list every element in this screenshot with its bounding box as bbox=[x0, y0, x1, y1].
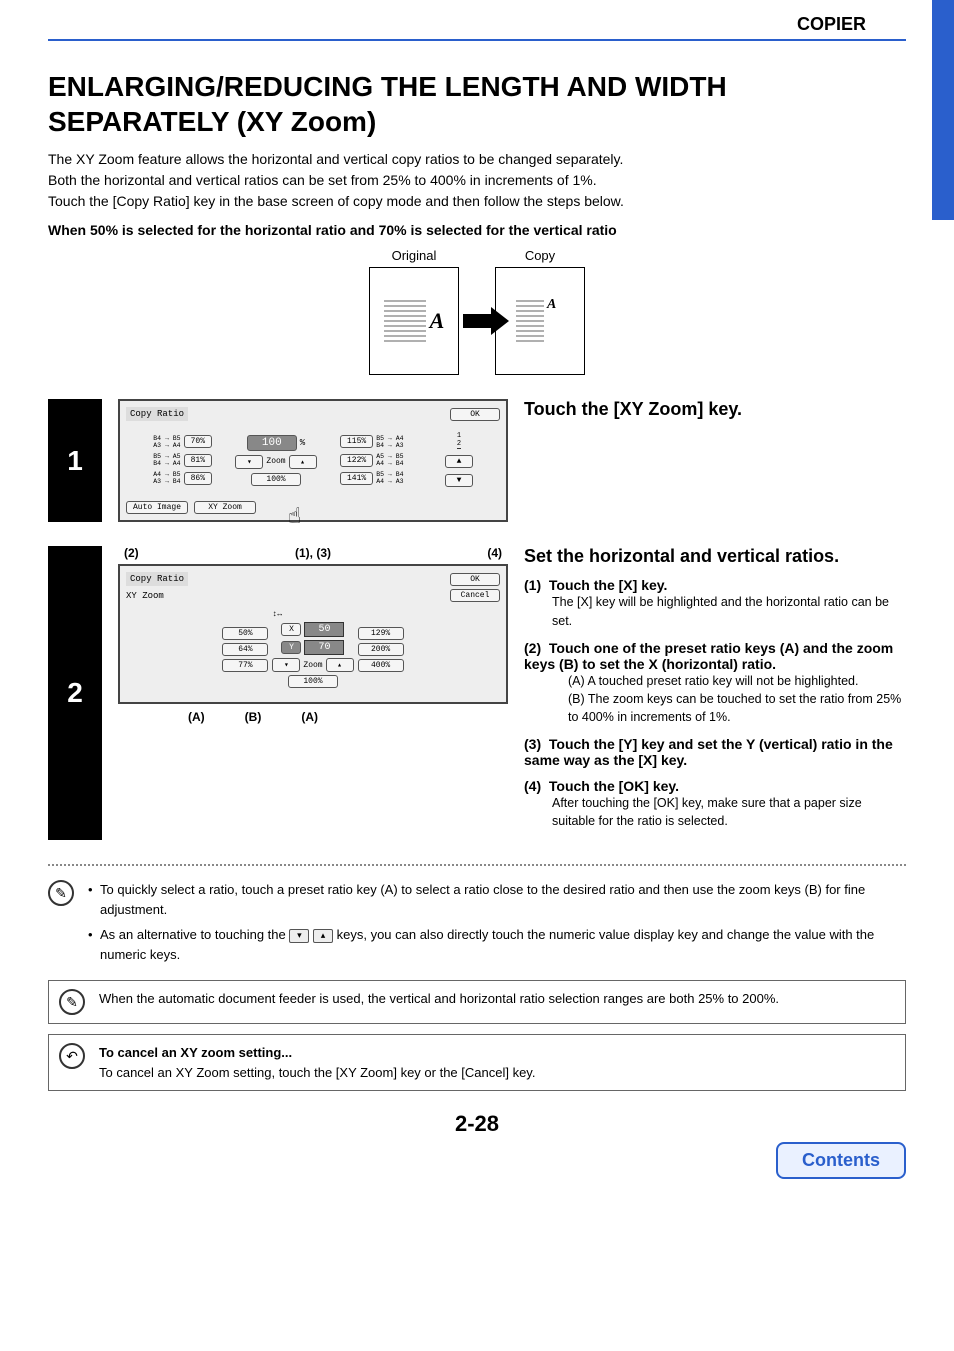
preset-122[interactable]: 122% bbox=[340, 454, 373, 467]
step-number-2: 2 bbox=[48, 546, 102, 840]
substep-2-b: (B) The zoom keys can be touched to set … bbox=[568, 690, 906, 726]
ratio-label: A4 → B5 A3 → B4 bbox=[153, 471, 180, 485]
intro-line-1: The XY Zoom feature allows the horizonta… bbox=[48, 149, 906, 170]
scroll-up-icon[interactable]: ▲ bbox=[445, 455, 473, 468]
copy-label: Copy bbox=[495, 248, 585, 263]
axes-icon: ↕↔ bbox=[272, 610, 282, 619]
callouts-top: (2) (1), (3) (4) bbox=[118, 546, 508, 564]
original-label: Original bbox=[369, 248, 459, 263]
example-heading: When 50% is selected for the horizontal … bbox=[48, 222, 906, 238]
y-value[interactable]: 70 bbox=[304, 640, 344, 655]
copy-ratio-panel-1: Copy Ratio OK B4 → B5 A3 → A4 70% B5 → A5… bbox=[118, 399, 508, 522]
xy-zoom-button[interactable]: XY Zoom bbox=[194, 501, 256, 514]
preset-141[interactable]: 141% bbox=[340, 472, 373, 485]
divider-dots bbox=[48, 864, 906, 866]
adf-note: ✎ When the automatic document feeder is … bbox=[48, 980, 906, 1024]
auto-image-button[interactable]: Auto Image bbox=[126, 501, 188, 514]
substep-1-body: The [X] key will be highlighted and the … bbox=[552, 593, 906, 629]
letter-a-copy: A bbox=[547, 297, 556, 313]
preset-200[interactable]: 200% bbox=[358, 643, 404, 656]
panel2-title: Copy Ratio bbox=[126, 572, 188, 586]
ratio-label: B5 → A5 B4 → A4 bbox=[153, 453, 180, 467]
page-number: 2-28 bbox=[0, 1111, 954, 1137]
preset-50[interactable]: 50% bbox=[222, 627, 268, 640]
y-key[interactable]: Y bbox=[281, 641, 301, 654]
preset-81[interactable]: 81% bbox=[184, 454, 212, 467]
preset-100[interactable]: 100% bbox=[288, 675, 338, 688]
pencil-icon: ✎ bbox=[48, 880, 74, 906]
x-value[interactable]: 50 bbox=[304, 622, 344, 637]
zoom-label: Zoom bbox=[266, 457, 285, 466]
zoom-up-icon: ▴ bbox=[313, 929, 333, 943]
ratio-label: B4 → B5 A3 → A4 bbox=[153, 435, 180, 449]
letter-a-original: A bbox=[430, 308, 445, 334]
ratio-label: A5 → B5 A4 → B4 bbox=[376, 453, 403, 467]
step1-title: Touch the [XY Zoom] key. bbox=[524, 399, 906, 420]
substep-4-body: After touching the [OK] key, make sure t… bbox=[552, 794, 906, 830]
panel1-title: Copy Ratio bbox=[126, 407, 188, 421]
preset-100[interactable]: 100% bbox=[251, 473, 301, 486]
original-page: A bbox=[369, 267, 459, 375]
cancel-button[interactable]: Cancel bbox=[450, 589, 500, 602]
step-number-1: 1 bbox=[48, 399, 102, 522]
zoom-down-icon[interactable]: ▾ bbox=[272, 658, 300, 672]
hand-cursor-icon: ☝ bbox=[288, 504, 301, 530]
intro-line-3: Touch the [Copy Ratio] key in the base s… bbox=[48, 191, 906, 212]
panel2-sub: XY Zoom bbox=[126, 591, 164, 601]
preset-400[interactable]: 400% bbox=[358, 659, 404, 672]
fraction-indicator: 1 2 bbox=[457, 433, 461, 449]
tip-note: ✎ To quickly select a ratio, touch a pre… bbox=[48, 880, 906, 970]
zoom-label: Zoom bbox=[303, 661, 322, 670]
cancel-note: ↶ To cancel an XY zoom setting... To can… bbox=[48, 1034, 906, 1091]
ok-button[interactable]: OK bbox=[450, 408, 500, 421]
step2-title: Set the horizontal and vertical ratios. bbox=[524, 546, 906, 567]
undo-icon: ↶ bbox=[59, 1043, 85, 1069]
preset-129[interactable]: 129% bbox=[358, 627, 404, 640]
ok-button[interactable]: OK bbox=[450, 573, 500, 586]
intro-line-2: Both the horizontal and vertical ratios … bbox=[48, 170, 906, 191]
preset-64[interactable]: 64% bbox=[222, 643, 268, 656]
ratio-label: B5 → A4 B4 → A3 bbox=[376, 435, 403, 449]
copy-ratio-panel-2: Copy Ratio OK XY Zoom Cancel 50% 64% 77% bbox=[118, 564, 508, 704]
contents-button[interactable]: Contents bbox=[776, 1142, 906, 1179]
zoom-up-icon[interactable]: ▴ bbox=[326, 658, 354, 672]
preset-70[interactable]: 70% bbox=[184, 435, 212, 448]
page-title: ENLARGING/REDUCING THE LENGTH AND WIDTH … bbox=[48, 69, 906, 139]
original-copy-diagram: Original A Copy A bbox=[48, 248, 906, 375]
tip-2: As an alternative to touching the ▾ ▴ ke… bbox=[88, 925, 906, 964]
preset-86[interactable]: 86% bbox=[184, 472, 212, 485]
cancel-heading: To cancel an XY zoom setting... bbox=[99, 1043, 535, 1063]
callouts-bottom: (A) (B) (A) bbox=[118, 704, 508, 724]
edge-tab bbox=[932, 0, 954, 220]
zoom-down-icon[interactable]: ▾ bbox=[235, 455, 263, 469]
pencil-icon: ✎ bbox=[59, 989, 85, 1015]
scroll-down-icon[interactable]: ▼ bbox=[445, 474, 473, 487]
percent-label: % bbox=[300, 438, 305, 448]
section-label: COPIER bbox=[48, 14, 906, 39]
x-key[interactable]: X bbox=[281, 623, 301, 636]
substep-2-a: (A) A touched preset ratio key will not … bbox=[568, 672, 906, 690]
cancel-body: To cancel an XY Zoom setting, touch the … bbox=[99, 1063, 535, 1083]
ratio-display[interactable]: 100 bbox=[247, 435, 297, 451]
header-rule bbox=[48, 39, 906, 41]
preset-77[interactable]: 77% bbox=[222, 659, 268, 672]
zoom-up-icon[interactable]: ▴ bbox=[289, 455, 317, 469]
tip-1: To quickly select a ratio, touch a prese… bbox=[88, 880, 906, 919]
adf-note-text: When the automatic document feeder is us… bbox=[99, 989, 779, 1009]
ratio-label: B5 → B4 A4 → A3 bbox=[376, 471, 403, 485]
preset-115[interactable]: 115% bbox=[340, 435, 373, 448]
zoom-down-icon: ▾ bbox=[289, 929, 309, 943]
